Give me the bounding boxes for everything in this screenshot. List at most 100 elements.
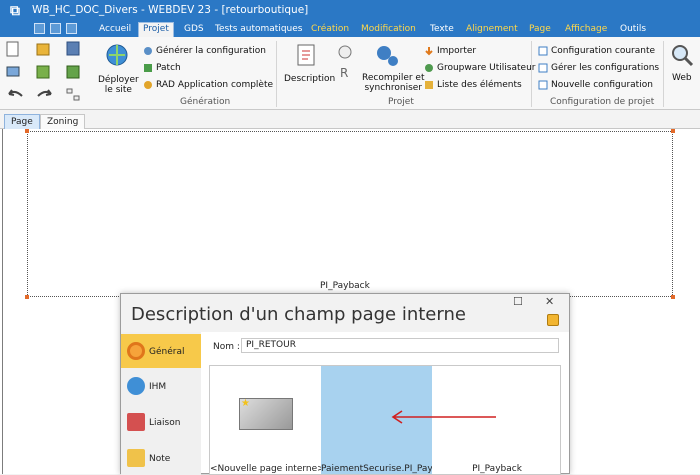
close-icon[interactable]: ✕ [545, 295, 554, 308]
undo-icon[interactable] [6, 88, 24, 100]
gerer-configurations-button[interactable]: Gérer les configurations [551, 63, 659, 73]
new-config-icon [538, 80, 548, 90]
list-icon [425, 81, 433, 89]
resize-handle[interactable] [671, 295, 675, 299]
gallery-item-label: <Nouvelle page interne> [210, 464, 321, 474]
config-icon [538, 46, 548, 56]
tab-gds[interactable]: GDS [184, 23, 204, 37]
groupware-icon [425, 64, 433, 72]
separator [276, 41, 277, 107]
pencil-icon [127, 449, 145, 467]
separator [531, 41, 532, 107]
sidebar-item-general[interactable]: Général [121, 334, 201, 368]
window-icon[interactable] [50, 23, 61, 34]
description-icon[interactable] [296, 43, 318, 67]
tab-modification[interactable]: Modification [361, 23, 416, 37]
ribbon: Déployer le site Générer la configuratio… [0, 37, 700, 110]
tab-accueil[interactable]: Accueil [99, 23, 131, 37]
tab-outils[interactable]: Outils [620, 23, 646, 37]
save-disk-icon[interactable] [66, 41, 80, 57]
editor-ruler-line [2, 129, 3, 474]
separator [663, 41, 664, 107]
maximize-icon[interactable]: ☐ [513, 295, 523, 308]
webdev-logo-icon: ⧉ [10, 3, 20, 19]
patch-icon [144, 64, 152, 72]
new-file-icon[interactable] [6, 41, 20, 57]
nom-input[interactable]: PI_RETOUR [241, 338, 559, 353]
gear-icon [144, 47, 152, 55]
save-icon[interactable] [34, 23, 45, 34]
web-button[interactable]: Web [672, 73, 692, 83]
frame-label: PI_Payback [320, 281, 370, 291]
tab-alignement[interactable]: Alignement [466, 23, 518, 37]
r-icon[interactable]: R [338, 65, 352, 79]
projet-group-label: Projet [388, 97, 414, 107]
red-arrow-annotation [391, 410, 496, 424]
configuration-courante-button[interactable]: Configuration courante [551, 46, 655, 56]
description-dialog: Description d'un champ page interne ☐ ✕ … [120, 293, 570, 475]
magnifier-web-icon[interactable] [670, 43, 694, 67]
redo-icon[interactable] [36, 88, 54, 100]
tab-page[interactable]: Page [529, 23, 551, 37]
rad-icon [144, 81, 152, 89]
eye-icon [127, 377, 145, 395]
generer-configuration-button[interactable]: Générer la configuration [156, 46, 266, 56]
menu-bar: Accueil Projet GDS Tests automatiques Cr… [0, 21, 700, 37]
recompile-gears-icon[interactable] [374, 43, 400, 69]
dialog-header: Description d'un champ page interne ☐ ✕ [121, 294, 569, 332]
description-button[interactable]: Description [284, 74, 335, 84]
open-folder-icon[interactable] [36, 41, 50, 57]
tab-zoning[interactable]: Zoning [40, 114, 86, 129]
recompile-button[interactable]: Recompiler et synchroniser [362, 73, 425, 93]
page-tabs: Page Zoning [0, 111, 700, 129]
tab-projet[interactable]: Projet [138, 22, 174, 37]
dialog-sidebar: Général IHM Liaison Note [121, 332, 201, 475]
manage-config-icon [538, 63, 548, 73]
screen-icon[interactable] [6, 65, 20, 79]
star-icon: ★ [241, 398, 250, 409]
internal-page-frame[interactable] [25, 129, 675, 299]
resize-handle[interactable] [25, 129, 29, 133]
resize-handle[interactable] [671, 129, 675, 133]
hierarchy-icon[interactable] [66, 88, 80, 102]
tab-tests-automatiques[interactable]: Tests automatiques [215, 23, 302, 37]
import-icon [425, 47, 433, 56]
gallery-item-new[interactable]: ★ <Nouvelle page interne> [210, 366, 321, 474]
gauge-icon[interactable] [338, 45, 352, 59]
tab-creation[interactable]: Création [311, 23, 349, 37]
sidebar-item-ihm[interactable]: IHM [121, 368, 201, 402]
sidebar-item-note[interactable]: Note [121, 440, 201, 474]
nom-label: Nom : [213, 342, 240, 352]
window-title: WB_HC_DOC_Divers - WEBDEV 23 - [retourbo… [32, 4, 309, 16]
patch-button[interactable]: Patch [156, 63, 181, 73]
importer-button[interactable]: Importer [437, 46, 476, 56]
liaison-icon [127, 413, 145, 431]
title-bar: ⧉ WB_HC_DOC_Divers - WEBDEV 23 - [retour… [0, 0, 700, 21]
tab-texte[interactable]: Texte [430, 23, 454, 37]
globe-deploy-icon[interactable] [105, 43, 129, 67]
grid-icon[interactable] [66, 23, 77, 34]
resize-handle[interactable] [25, 295, 29, 299]
rad-application-button[interactable]: RAD Application complète [156, 80, 273, 90]
sidebar-item-label: Liaison [149, 418, 181, 428]
gallery-item-label: PI_Payback [472, 464, 522, 474]
deploy-button[interactable]: Déployer le site [98, 75, 139, 95]
liste-elements-button[interactable]: Liste des éléments [437, 80, 522, 90]
table-icon[interactable] [36, 65, 50, 79]
sidebar-item-label: IHM [149, 382, 167, 392]
calc-icon[interactable] [66, 65, 80, 79]
nouvelle-configuration-button[interactable]: Nouvelle configuration [551, 80, 653, 90]
dialog-title: Description d'un champ page interne [131, 304, 466, 325]
groupware-button[interactable]: Groupware Utilisateur [437, 63, 535, 73]
config-group-label: Configuration de projet [550, 97, 655, 107]
sidebar-item-liaison[interactable]: Liaison [121, 404, 201, 438]
lock-icon[interactable] [547, 314, 559, 326]
sidebar-item-label: Note [149, 454, 171, 464]
tab-affichage[interactable]: Affichage [565, 23, 607, 37]
generation-group-label: Génération [180, 97, 231, 107]
svg-text:R: R [340, 66, 348, 79]
sidebar-item-label: Général [149, 347, 185, 357]
tab-page-editor[interactable]: Page [4, 114, 40, 129]
gallery-item-label: PaiementSecurise.PI_Payback [321, 464, 432, 474]
internal-page-gallery: ★ <Nouvelle page interne> PaiementSecuri… [209, 365, 561, 475]
